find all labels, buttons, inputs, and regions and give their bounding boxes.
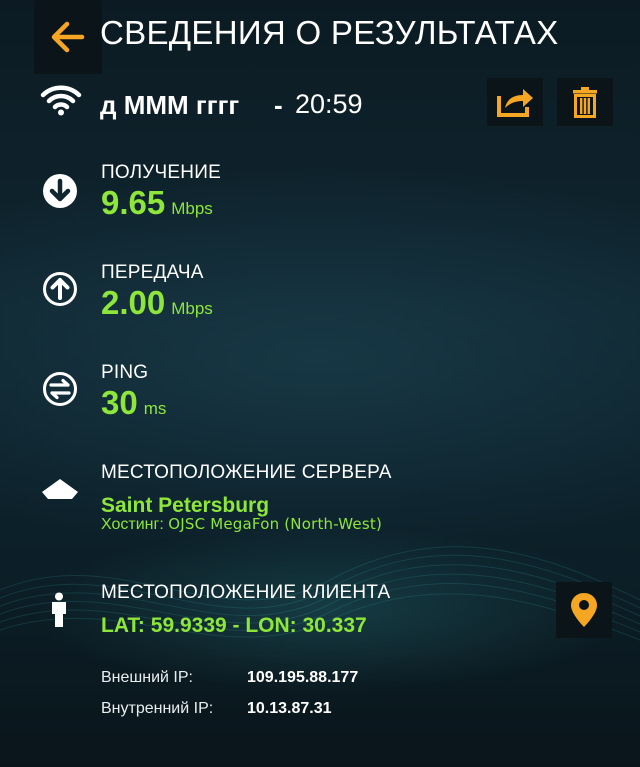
hosting-value: OJSC MegaFon (North-West) [168,515,382,533]
internal-ip-label: Внутренний IP: [101,700,214,717]
download-unit: Mbps [171,199,213,218]
ping-unit: ms [143,399,167,418]
share-button[interactable] [487,78,543,126]
ping-label: PING [101,362,149,383]
download-arrow-icon [43,174,77,208]
header: СВЕДЕНИЯ О РЕЗУЛЬТАТАХ [0,0,640,75]
client-location-label: МЕСТОПОЛОЖЕНИЕ КЛИЕНТА [101,582,391,603]
hosting-label: Хостинг: [101,516,164,533]
ping-icon [43,372,77,406]
client-location: МЕСТОПОЛОЖЕНИЕ КЛИЕНТА LAT: 59.9339 - LO… [0,582,640,642]
server-location-label: МЕСТОПОЛОЖЕНИЕ СЕРВЕРА [101,462,392,483]
download-metric: ПОЛУЧЕНИЕ 9.65 Mbps [0,162,640,232]
page-title: СВЕДЕНИЯ О РЕЗУЛЬТАТАХ [100,14,559,51]
internal-ip-value: 10.13.87.31 [247,700,332,717]
upload-value: 2.00 [101,284,166,321]
map-pin-icon [571,593,597,627]
test-time: 20:59 [295,89,363,119]
arrow-left-icon [51,21,85,53]
delete-button[interactable] [557,78,613,126]
server-location: МЕСТОПОЛОЖЕНИЕ СЕРВЕРА Saint Petersburg … [0,462,640,547]
download-label: ПОЛУЧЕНИЕ [101,162,221,183]
external-ip-label: Внешний IP: [101,669,193,686]
person-icon [52,592,66,627]
download-value: 9.65 [101,184,166,221]
server-hosting: Хостинг: OJSC MegaFon (North-West) [101,515,382,534]
upload-value-line: 2.00 Mbps [101,284,213,322]
share-icon [497,89,533,117]
test-info-row: д МММ гггг - 20:59 [0,78,640,128]
upload-label: ПЕРЕДАЧА [101,262,204,283]
trash-icon [573,87,597,118]
upload-unit: Mbps [171,299,213,318]
wifi-icon [40,85,82,116]
ping-value: 30 [101,384,138,421]
ping-metric: PING 30 ms [0,362,640,432]
upload-metric: ПЕРЕДАЧА 2.00 Mbps [0,262,640,332]
external-ip-value: 109.195.88.177 [247,669,359,686]
ping-value-line: 30 ms [101,384,166,422]
server-location-icon [42,479,78,499]
download-value-line: 9.65 Mbps [101,184,213,222]
test-separator: - [274,90,283,120]
client-coordinates: LAT: 59.9339 - LON: 30.337 [101,614,367,637]
map-button[interactable] [556,582,612,638]
upload-arrow-icon [43,272,77,306]
back-button[interactable] [34,0,102,74]
test-name: д МММ гггг [100,90,240,120]
